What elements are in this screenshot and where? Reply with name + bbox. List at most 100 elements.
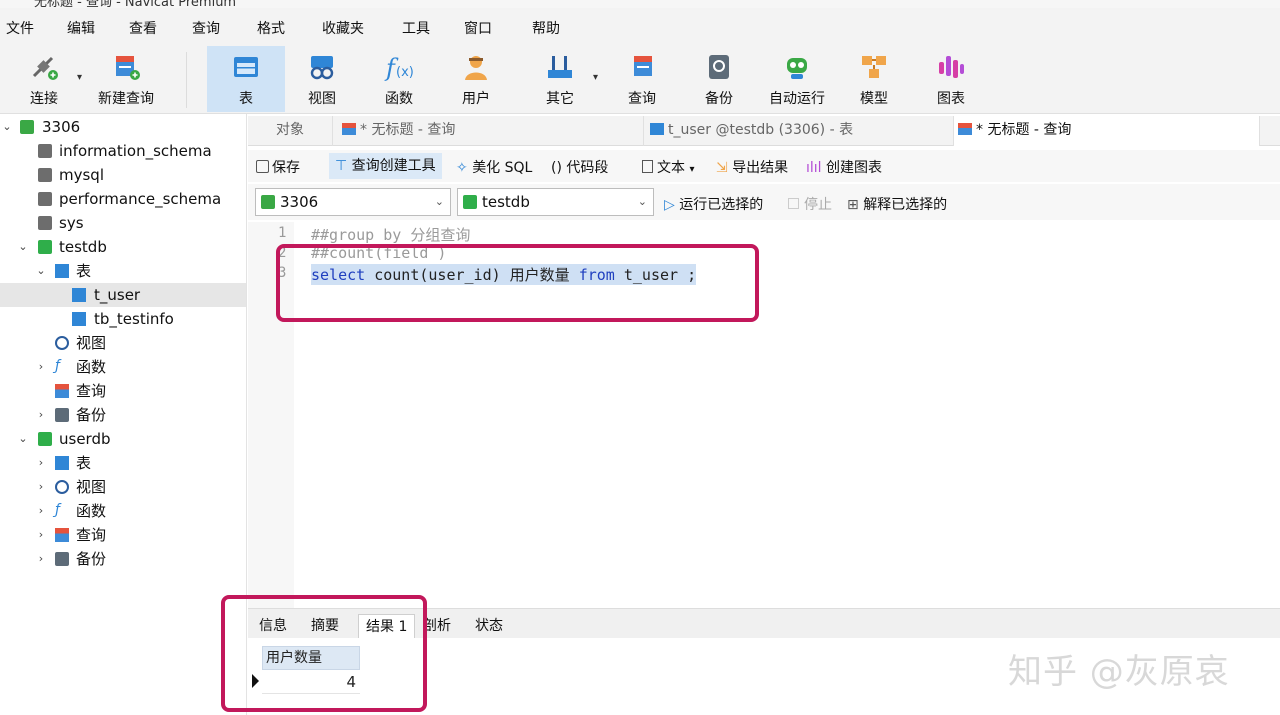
model-button[interactable]: 模型 — [838, 46, 910, 112]
explain-selected-button[interactable]: ⊞ 解释已选择的 — [847, 194, 947, 214]
code-snippet-button[interactable]: () 代码段 — [551, 157, 608, 177]
connection-select[interactable]: 3306 ⌄ — [255, 188, 451, 216]
document-tabs: 对象 * 无标题 - 查询 t_user @testdb (3306) - 表 … — [248, 116, 1280, 146]
tab-status[interactable]: 状态 — [468, 614, 510, 639]
table-icon — [234, 57, 258, 77]
menu-edit[interactable]: 编辑 — [67, 18, 95, 38]
tree-userdb-tables[interactable]: › 表 — [0, 451, 246, 475]
auto-run-label: 自动运行 — [769, 91, 825, 107]
function-label: 函数 — [385, 91, 413, 107]
tab-objects[interactable]: 对象 — [248, 116, 333, 146]
tree-db-performance-schema[interactable]: performance_schema — [0, 187, 246, 211]
tree-testdb-backups[interactable]: › 备份 — [0, 403, 246, 427]
tree-table-tb-testinfo[interactable]: tb_testinfo — [0, 307, 246, 331]
code-line-comment: ##group by 分组查询 — [311, 226, 471, 244]
tree-userdb-functions[interactable]: › ƒ 函数 — [0, 499, 246, 523]
chevron-right-icon[interactable]: › — [34, 451, 48, 475]
chevron-right-icon[interactable]: › — [34, 499, 48, 523]
beautify-sql-button[interactable]: ✧ 美化 SQL — [456, 157, 532, 177]
chevron-down-icon[interactable]: ⌄ — [34, 259, 48, 283]
function-icon: ƒ — [55, 502, 60, 518]
user-button[interactable]: 用户 — [440, 46, 512, 112]
menu-query[interactable]: 查询 — [192, 18, 220, 38]
stop-button[interactable]: 停止 — [788, 194, 832, 214]
create-chart-button[interactable]: ılıl 创建图表 — [806, 157, 882, 177]
auto-run-button[interactable]: 自动运行 — [760, 46, 834, 112]
tree-userdb-backups[interactable]: › 备份 — [0, 547, 246, 571]
connection-dropdown-icon[interactable]: ▾ — [77, 72, 82, 83]
text-dropdown-icon[interactable]: ▾ — [689, 164, 694, 175]
tree-testdb-views[interactable]: 视图 — [0, 331, 246, 355]
chevron-right-icon[interactable]: › — [34, 547, 48, 571]
chevron-right-icon[interactable]: › — [34, 523, 48, 547]
backup-button[interactable]: 备份 — [683, 46, 755, 112]
menu-window[interactable]: 窗口 — [464, 18, 492, 38]
view-label: 视图 — [308, 91, 336, 107]
connection-button[interactable]: 连接 ▾ — [8, 46, 82, 112]
chevron-right-icon[interactable]: › — [34, 475, 48, 499]
other-button[interactable]: 其它 ▾ — [524, 46, 598, 112]
menu-favorites[interactable]: 收藏夹 — [322, 18, 364, 38]
tree-userdb-queries[interactable]: › 查询 — [0, 523, 246, 547]
title-bar: 无标题 - 查询 - Navicat Premium — [0, 0, 1280, 8]
model-label: 模型 — [860, 91, 888, 107]
other-label: 其它 — [546, 91, 574, 107]
tree-userdb-views[interactable]: › 视图 — [0, 475, 246, 499]
query-icon — [55, 528, 69, 542]
chart-button[interactable]: 图表 — [915, 46, 987, 112]
main-toolbar: 连接 ▾ 新建查询 表 视图 f (x) 函数 用户 其它 ▾ 查询 备份 自动… — [0, 46, 1280, 114]
window-title: 无标题 - 查询 - Navicat Premium — [34, 0, 237, 8]
menu-bar: 文件 编辑 查看 查询 格式 收藏夹 工具 窗口 帮助 — [0, 8, 1280, 46]
menu-tools[interactable]: 工具 — [402, 18, 430, 38]
query-builder-button[interactable]: ⊤ 查询创建工具 — [329, 153, 442, 179]
user-label: 用户 — [462, 91, 490, 107]
database-select[interactable]: testdb ⌄ — [457, 188, 654, 216]
tree-db-testdb[interactable]: ⌄ testdb — [0, 235, 246, 259]
chevron-down-icon[interactable]: ⌄ — [16, 235, 30, 259]
navigation-tree: ⌄ 3306 information_schema mysql performa… — [0, 114, 247, 715]
chevron-down-icon[interactable]: ⌄ — [16, 427, 30, 451]
tab-untitled-query-2[interactable]: * 无标题 - 查询 — [954, 116, 1260, 146]
tree-db-information-schema[interactable]: information_schema — [0, 139, 246, 163]
save-icon — [256, 160, 269, 173]
export-result-button[interactable]: ⇲ 导出结果 — [716, 157, 788, 177]
export-icon: ⇲ — [716, 160, 733, 176]
tree-testdb-functions[interactable]: › ƒ 函数 — [0, 355, 246, 379]
tab-untitled-query-1[interactable]: * 无标题 - 查询 — [336, 116, 644, 146]
menu-format[interactable]: 格式 — [257, 18, 285, 38]
new-query-button[interactable]: 新建查询 — [90, 46, 162, 112]
chart-icon: ılıl — [806, 160, 827, 176]
database-icon — [38, 168, 52, 182]
table-icon — [55, 456, 69, 470]
view-icon — [55, 336, 69, 350]
menu-view[interactable]: 查看 — [129, 18, 157, 38]
model-icon — [862, 56, 886, 78]
text-button[interactable]: 文本 ▾ — [642, 157, 694, 177]
table-button[interactable]: 表 — [207, 46, 285, 112]
chevron-right-icon[interactable]: › — [34, 403, 48, 427]
query-button[interactable]: 查询 — [606, 46, 678, 112]
table-icon — [55, 264, 69, 278]
tree-db-mysql[interactable]: mysql — [0, 163, 246, 187]
chevron-right-icon[interactable]: › — [34, 355, 48, 379]
tree-db-userdb[interactable]: ⌄ userdb — [0, 427, 246, 451]
toolbar-separator — [186, 52, 187, 108]
tree-connection-3306[interactable]: ⌄ 3306 — [0, 115, 246, 139]
chevron-down-icon: ⌄ — [434, 195, 444, 208]
chevron-down-icon[interactable]: ⌄ — [0, 115, 14, 139]
tree-testdb-queries[interactable]: 查询 — [0, 379, 246, 403]
function-icon: ƒ — [55, 358, 60, 374]
function-button[interactable]: f (x) 函数 — [363, 46, 435, 112]
tree-db-sys[interactable]: sys — [0, 211, 246, 235]
tree-table-t-user[interactable]: t_user — [0, 283, 246, 307]
menu-file[interactable]: 文件 — [6, 18, 34, 38]
view-button[interactable]: 视图 — [286, 46, 358, 112]
query-icon — [634, 56, 652, 76]
tree-testdb-tables[interactable]: ⌄ 表 — [0, 259, 246, 283]
tab-t-user-table[interactable]: t_user @testdb (3306) - 表 — [646, 116, 954, 146]
save-button[interactable]: 保存 — [256, 157, 300, 177]
menu-help[interactable]: 帮助 — [532, 18, 560, 38]
other-dropdown-icon[interactable]: ▾ — [593, 72, 598, 83]
run-selected-button[interactable]: ▷ 运行已选择的 — [664, 194, 763, 214]
highlight-box-result — [221, 595, 427, 712]
